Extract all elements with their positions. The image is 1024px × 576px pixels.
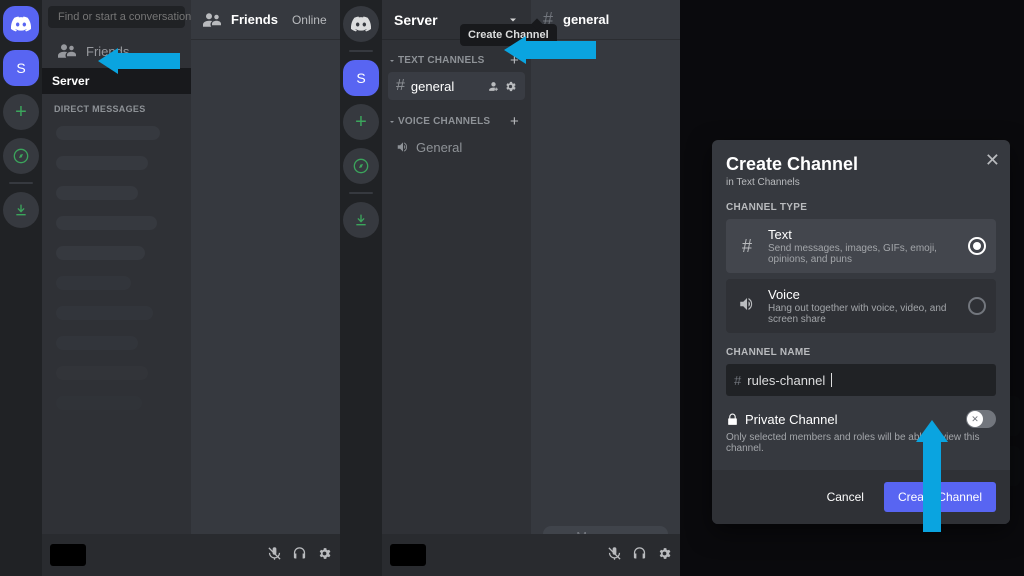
category-label: TEXT CHANNELS — [398, 55, 485, 66]
dm-placeholder — [56, 246, 145, 260]
server-pill[interactable]: S — [3, 50, 39, 86]
dm-placeholder — [56, 156, 148, 170]
rail-separator — [9, 182, 33, 184]
friends-topbar: Friends Online — [191, 0, 340, 40]
chevron-down-icon — [388, 57, 396, 65]
user-avatar[interactable] — [50, 544, 86, 566]
dm-header: DIRECT MESSAGES — [42, 94, 191, 118]
discord-logo-icon — [11, 16, 31, 32]
friends-main: Friends Online — [191, 0, 340, 576]
home-button[interactable] — [3, 6, 39, 42]
dm-search-input[interactable] — [56, 10, 202, 24]
deafen-icon[interactable] — [292, 546, 307, 564]
dm-placeholder — [56, 366, 148, 380]
download-icon — [13, 202, 29, 218]
dm-placeholder — [56, 396, 142, 410]
channel-type-text[interactable]: # Text Send messages, images, GIFs, emoj… — [726, 219, 996, 273]
private-label: Private Channel — [745, 412, 838, 427]
friends-icon — [58, 44, 76, 58]
hash-icon: # — [736, 236, 758, 257]
cancel-button[interactable]: Cancel — [813, 482, 878, 512]
compass-icon — [13, 148, 29, 164]
channel-type-label: CHANNEL TYPE — [726, 202, 996, 213]
hash-icon: # — [734, 373, 741, 388]
friends-icon — [203, 13, 221, 27]
channel-type-voice[interactable]: Voice Hang out together with voice, vide… — [726, 279, 996, 333]
dm-placeholder — [56, 186, 138, 200]
server-rail: S + — [340, 0, 382, 576]
dm-placeholder — [56, 336, 138, 350]
gear-icon[interactable] — [504, 80, 517, 93]
add-server-button[interactable]: + — [343, 104, 379, 140]
dm-search[interactable] — [48, 6, 185, 28]
channel-name: general — [411, 79, 481, 94]
dm-placeholder — [56, 276, 131, 290]
settings-icon[interactable] — [657, 546, 672, 564]
voice-channel-name: General — [416, 140, 517, 155]
channel-main: # general + Message #general — [531, 0, 680, 576]
server-rail: S + — [0, 0, 42, 576]
radio-selected[interactable] — [968, 237, 986, 255]
server-pill[interactable]: S — [343, 60, 379, 96]
option-desc: Hang out together with voice, video, and… — [768, 303, 958, 325]
download-button[interactable] — [343, 202, 379, 238]
modal-footer: Cancel Create Channel — [712, 470, 1010, 524]
voice-channels-category[interactable]: VOICE CHANNELS + — [382, 101, 531, 132]
channel-name-label: CHANNEL NAME — [726, 347, 996, 358]
radio-unselected[interactable] — [968, 297, 986, 315]
speaker-icon — [396, 140, 410, 154]
compass-icon — [353, 158, 369, 174]
explore-button[interactable] — [3, 138, 39, 174]
user-avatar[interactable] — [390, 544, 426, 566]
modal-subtitle: in Text Channels — [726, 177, 996, 188]
server-name: Server — [394, 12, 438, 28]
user-bar — [382, 534, 680, 576]
settings-icon[interactable] — [317, 546, 332, 564]
channel-title: general — [563, 12, 609, 27]
dm-sidebar: Friends Server DIRECT MESSAGES — [42, 0, 191, 576]
rail-separator — [349, 192, 373, 194]
option-title: Voice — [768, 287, 958, 302]
create-voice-channel-button[interactable]: + — [506, 113, 523, 130]
text-cursor — [831, 373, 832, 387]
download-button[interactable] — [3, 192, 39, 228]
channel-name-value: rules-channel — [747, 373, 825, 388]
category-label: VOICE CHANNELS — [398, 116, 490, 127]
modal-title: Create Channel — [726, 154, 996, 175]
deafen-icon[interactable] — [632, 546, 647, 564]
speaker-icon — [736, 295, 758, 318]
channel-sidebar: Server TEXT CHANNELS + # general VOICE C… — [382, 0, 531, 576]
mute-icon[interactable] — [267, 546, 282, 564]
option-desc: Send messages, images, GIFs, emoji, opin… — [768, 243, 958, 265]
home-button[interactable] — [343, 6, 379, 42]
channel-general[interactable]: # general — [388, 72, 525, 100]
close-button[interactable]: ✕ — [985, 150, 1000, 171]
explore-button[interactable] — [343, 148, 379, 184]
option-title: Text — [768, 227, 958, 242]
private-channel-row[interactable]: Private Channel — [726, 410, 996, 428]
server-label: Server — [52, 74, 89, 88]
mute-icon[interactable] — [607, 546, 622, 564]
private-toggle[interactable] — [966, 410, 996, 428]
invite-icon[interactable] — [487, 80, 500, 93]
lock-icon — [726, 413, 739, 426]
user-bar — [42, 534, 340, 576]
channel-name-input-wrap[interactable]: # rules-channel — [726, 364, 996, 396]
private-desc: Only selected members and roles will be … — [726, 432, 996, 454]
hash-icon: # — [396, 77, 405, 95]
dm-placeholder — [56, 216, 157, 230]
chevron-down-icon — [388, 118, 396, 126]
rail-separator — [349, 50, 373, 52]
friends-title: Friends — [231, 12, 278, 27]
download-icon — [353, 212, 369, 228]
online-tab[interactable]: Online — [288, 11, 331, 29]
dm-placeholder — [56, 306, 153, 320]
dm-placeholder — [56, 126, 160, 140]
discord-logo-icon — [351, 16, 371, 32]
create-channel-modal: ✕ Create Channel in Text Channels CHANNE… — [712, 140, 1010, 524]
voice-channel-general[interactable]: General — [388, 133, 525, 161]
add-server-button[interactable]: + — [3, 94, 39, 130]
